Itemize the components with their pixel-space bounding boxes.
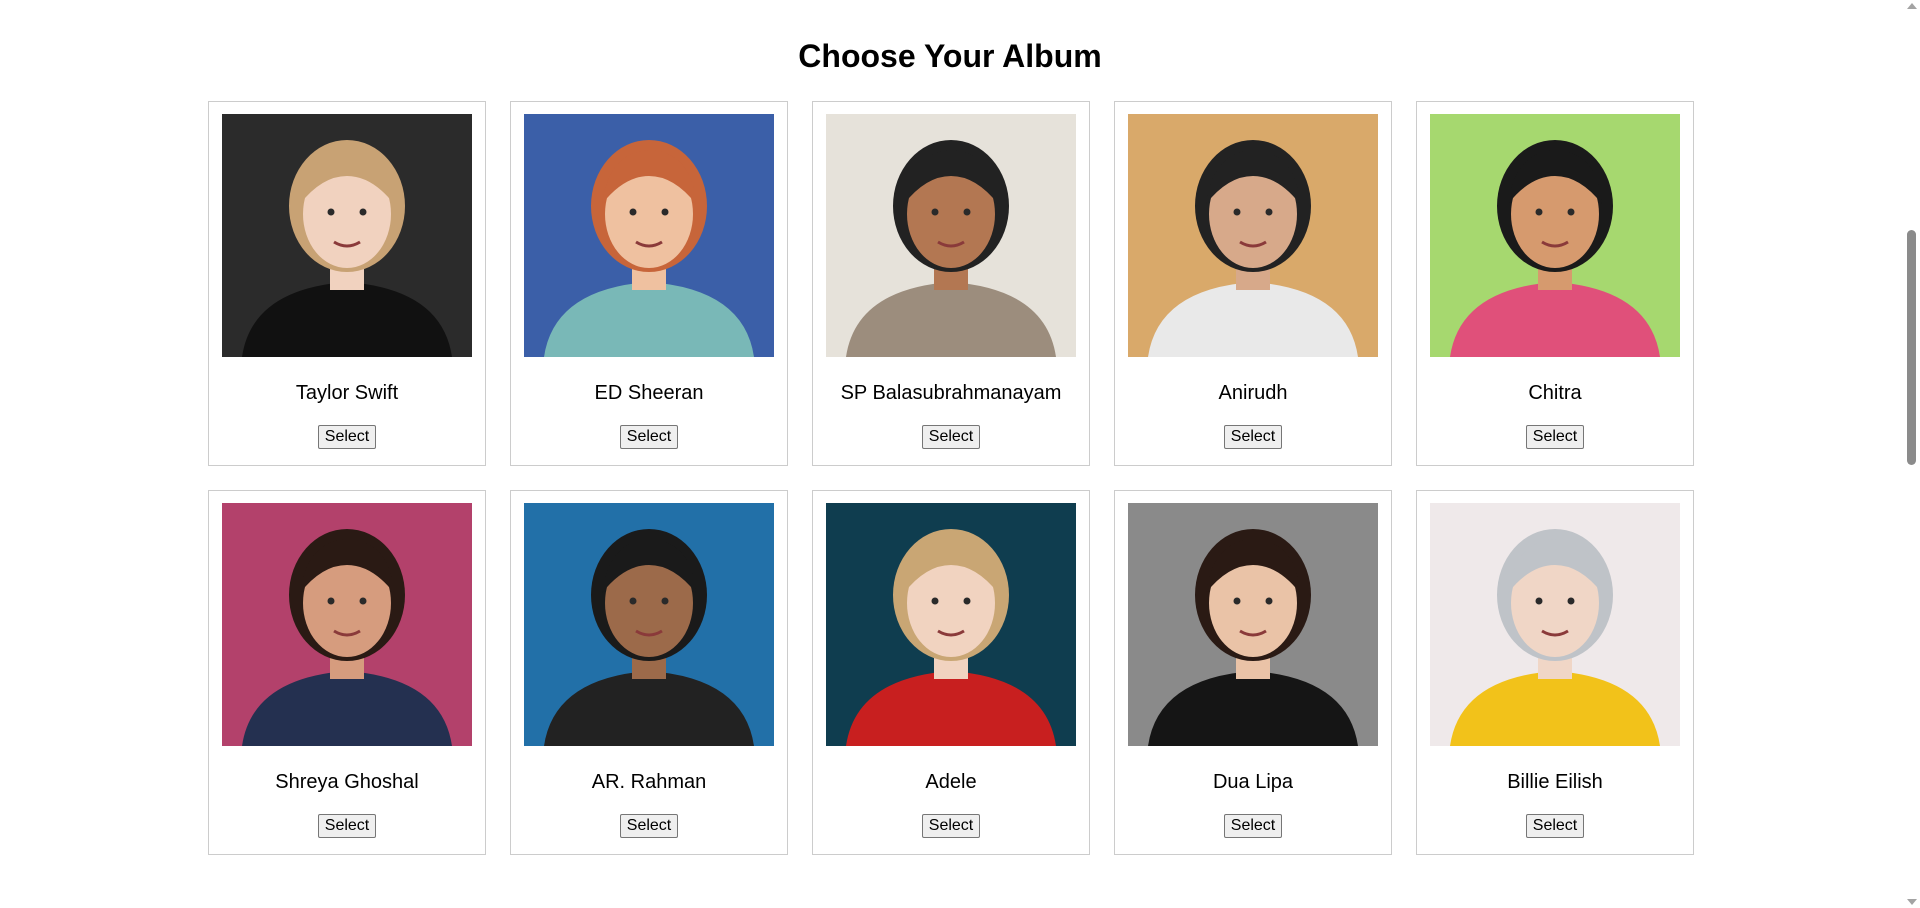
artist-name: AR. Rahman [591, 771, 707, 793]
artist-photo [222, 114, 472, 357]
artist-photo [524, 503, 774, 746]
artist-card: Shreya Ghoshal Select [208, 490, 486, 855]
scroll-thumb[interactable] [1907, 230, 1916, 465]
portrait-icon [524, 114, 774, 357]
select-button[interactable]: Select [1525, 814, 1585, 838]
select-button[interactable]: Select [921, 814, 981, 838]
artist-card: SP Balasubrahmanayam Select [812, 101, 1090, 466]
select-button[interactable]: Select [1223, 425, 1283, 449]
portrait-icon [1128, 114, 1378, 357]
portrait-icon [826, 503, 1076, 746]
artist-name: Billie Eilish [1507, 771, 1603, 793]
artist-card: Anirudh Select [1114, 101, 1392, 466]
artist-card: Dua Lipa Select [1114, 490, 1392, 855]
artist-name: Dua Lipa [1212, 771, 1294, 793]
portrait-icon [1430, 114, 1680, 357]
artist-card: ED Sheeran Select [510, 101, 788, 466]
artist-name: Adele [925, 771, 977, 793]
portrait-icon [1128, 503, 1378, 746]
portrait-icon [524, 503, 774, 746]
artist-photo [524, 114, 774, 357]
portrait-icon [826, 114, 1076, 357]
select-button[interactable]: Select [1223, 814, 1283, 838]
artist-name: ED Sheeran [594, 382, 704, 404]
artist-photo [826, 503, 1076, 746]
artist-name: Taylor Swift [295, 382, 399, 404]
select-button[interactable]: Select [619, 814, 679, 838]
select-button[interactable]: Select [921, 425, 981, 449]
artist-card: Billie Eilish Select [1416, 490, 1694, 855]
artist-grid: Taylor Swift Select ED Sheeran Select SP… [208, 101, 1694, 855]
scroll-down-arrow-icon[interactable] [1907, 899, 1917, 905]
artist-name: SP Balasubrahmanayam [840, 382, 1062, 404]
artist-photo [1128, 114, 1378, 357]
artist-card: AR. Rahman Select [510, 490, 788, 855]
select-button[interactable]: Select [317, 425, 377, 449]
artist-photo [1128, 503, 1378, 746]
portrait-icon [222, 114, 472, 357]
portrait-icon [1430, 503, 1680, 746]
artist-card: Taylor Swift Select [208, 101, 486, 466]
artist-name: Anirudh [1218, 382, 1288, 404]
select-button[interactable]: Select [619, 425, 679, 449]
artist-card: Chitra Select [1416, 101, 1694, 466]
artist-photo [826, 114, 1076, 357]
artist-name: Shreya Ghoshal [275, 771, 419, 793]
page-title: Choose Your Album [798, 38, 1102, 74]
vertical-scrollbar[interactable] [1903, 0, 1920, 908]
scroll-up-arrow-icon[interactable] [1907, 3, 1917, 9]
artist-card: Adele Select [812, 490, 1090, 855]
select-button[interactable]: Select [1525, 425, 1585, 449]
artist-photo [1430, 114, 1680, 357]
artist-photo [222, 503, 472, 746]
artist-name: Chitra [1528, 382, 1582, 404]
album-page: Choose Your Album Taylor Swift Select ED… [0, 0, 1920, 908]
portrait-icon [222, 503, 472, 746]
artist-photo [1430, 503, 1680, 746]
select-button[interactable]: Select [317, 814, 377, 838]
